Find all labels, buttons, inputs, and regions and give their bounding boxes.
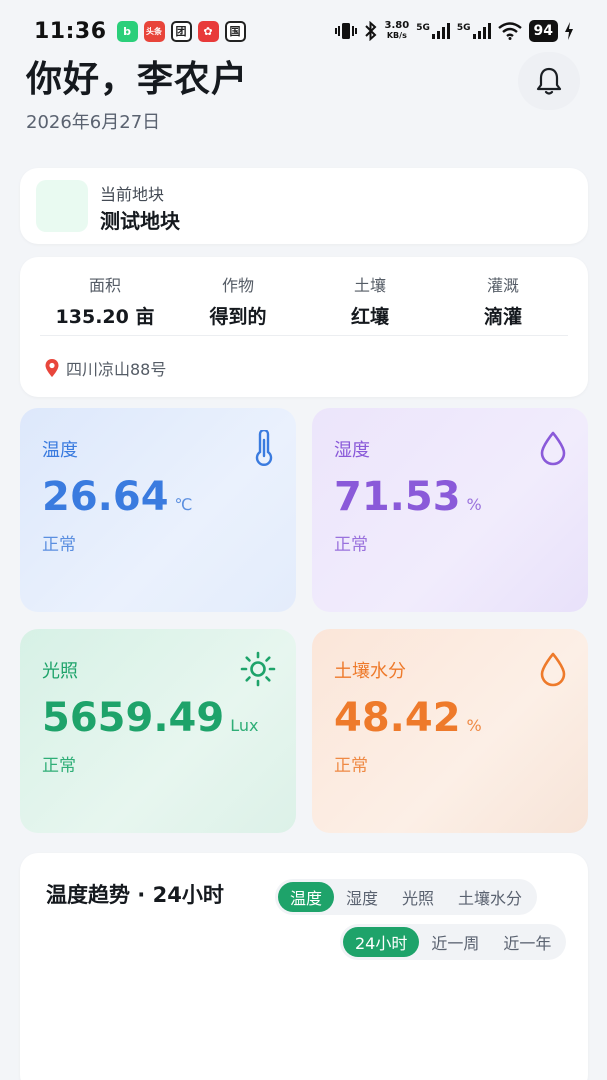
humidity-label: 湿度 <box>334 440 370 461</box>
crop-value: 得到的 <box>209 306 267 328</box>
crop-label: 作物 <box>221 276 254 295</box>
thermometer-icon <box>255 430 273 466</box>
tab-temperature[interactable]: 温度 <box>278 882 335 912</box>
toutiao-app-icon: 头条 <box>143 20 165 42</box>
soil-moisture-label: 土壤水分 <box>334 661 406 682</box>
light-card[interactable]: 光照 5659.49 Lux 正常 <box>20 629 296 833</box>
humidity-unit: % <box>466 495 482 514</box>
soil-moisture-value: 48.42 <box>334 695 461 741</box>
signal-bars-icon <box>431 23 450 39</box>
bell-icon <box>536 67 562 95</box>
plot-location: 四川凉山88号 <box>44 356 166 380</box>
humidity-status: 正常 <box>334 535 368 555</box>
signal-2: 5G <box>457 23 491 39</box>
location-pin-icon <box>45 359 59 377</box>
bluetooth-icon <box>364 21 376 41</box>
tab-humidity[interactable]: 湿度 <box>334 882 390 912</box>
temperature-value: 26.64 <box>42 474 169 520</box>
current-plot-name: 测试地块 <box>100 209 180 233</box>
light-value: 5659.49 <box>42 695 225 741</box>
notification-app-icons: b 头条 团 ✿ 国 <box>116 20 246 42</box>
soil-moisture-card[interactable]: 土壤水分 48.42% 正常 <box>312 629 588 833</box>
light-label: 光照 <box>42 661 78 682</box>
area-label: 面积 <box>88 276 121 295</box>
light-status: 正常 <box>42 756 76 776</box>
temperature-status: 正常 <box>42 535 76 555</box>
vibrate-icon <box>334 23 357 39</box>
soil-moisture-reading: 48.42% <box>334 695 482 741</box>
meituan-app-icon: 团 <box>170 20 192 42</box>
network-type-1: 5G <box>416 23 430 33</box>
douyin-app-icon: b <box>116 20 138 42</box>
charging-icon <box>565 22 573 40</box>
current-plot-label: 当前地块 <box>100 185 165 204</box>
notifications-button[interactable] <box>518 52 580 110</box>
light-unit: Lux <box>230 716 259 735</box>
soil-moisture-unit: % <box>466 716 482 735</box>
network-speed-unit: KB/s <box>386 31 407 40</box>
trend-range-selector: 24小时 近一周 近一年 <box>340 924 567 960</box>
soil-label: 土壤 <box>353 276 386 295</box>
area-field: 面积 135.20 亩 <box>35 272 175 329</box>
humidity-value: 71.53 <box>334 474 461 520</box>
temperature-reading: 26.64 ℃ <box>42 474 193 520</box>
plot-thumbnail <box>36 180 88 232</box>
sun-icon <box>240 651 276 687</box>
area-value: 135.20 亩 <box>55 306 155 328</box>
irrigation-field: 灌溉 滴灌 <box>433 272 573 329</box>
network-type-2: 5G <box>456 23 471 33</box>
humidity-card[interactable]: 湿度 71.53% 正常 <box>312 408 588 612</box>
irrigation-value: 滴灌 <box>483 306 522 328</box>
soil-value: 红壤 <box>350 306 389 328</box>
water-drop-icon <box>540 652 566 687</box>
light-reading: 5659.49 Lux <box>42 695 258 741</box>
irrigation-label: 灌溉 <box>486 276 519 295</box>
signal-1: 5G <box>416 23 450 39</box>
greeting-title: 你好，李农户 <box>26 59 249 100</box>
tab-24-hours[interactable]: 24小时 <box>343 927 420 957</box>
temperature-card[interactable]: 温度 26.64 ℃ 正常 <box>20 408 296 612</box>
soil-field: 土壤 红壤 <box>300 272 440 329</box>
battery-level: 94 <box>528 20 558 42</box>
soil-moisture-status: 正常 <box>334 756 368 776</box>
trend-metric-selector: 温度 湿度 光照 土壤水分 <box>275 879 538 915</box>
water-drop-icon <box>540 431 566 466</box>
humidity-reading: 71.53% <box>334 474 482 520</box>
plot-location-text: 四川凉山88号 <box>66 360 167 379</box>
tab-last-year[interactable]: 近一年 <box>491 927 563 957</box>
trend-title: 温度趋势 · 24小时 <box>46 883 224 907</box>
network-speed-value: 3.80 <box>384 20 410 31</box>
tab-soil-moisture[interactable]: 土壤水分 <box>446 882 534 912</box>
temperature-label: 温度 <box>42 440 78 461</box>
info-divider <box>40 335 568 336</box>
crop-field: 作物 得到的 <box>168 272 308 329</box>
status-indicators: 3.80 KB/s 5G 5G 94 <box>334 20 573 42</box>
status-time: 11:36 <box>34 18 107 44</box>
current-date: 2026年6月27日 <box>26 112 161 133</box>
signal-bars-icon <box>472 23 491 39</box>
tab-last-week[interactable]: 近一周 <box>419 927 491 957</box>
tab-light[interactable]: 光照 <box>390 882 446 912</box>
flower-app-icon: ✿ <box>197 20 219 42</box>
network-speed: 3.80 KB/s <box>385 21 410 41</box>
bank-app-icon: 国 <box>224 20 246 42</box>
wifi-icon <box>497 22 522 40</box>
temperature-unit: ℃ <box>174 495 193 514</box>
